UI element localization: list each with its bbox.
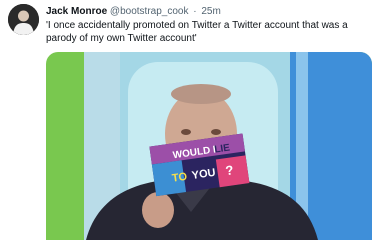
- card-text-lie: LIE: [214, 142, 231, 155]
- hand: [142, 192, 174, 228]
- separator: ·: [193, 6, 197, 17]
- avatar-image: [8, 4, 39, 35]
- tweet-media[interactable]: WOULD I LIE TO YOU ?: [46, 52, 372, 240]
- media-image: WOULD I LIE TO YOU ?: [46, 52, 372, 240]
- right-eye: [211, 129, 221, 135]
- timestamp[interactable]: 25m: [201, 6, 220, 17]
- tweet[interactable]: Jack Monroe @bootstrap_cook · 25m 'I onc…: [0, 0, 381, 240]
- tweet-header: Jack Monroe @bootstrap_cook · 25m: [46, 6, 221, 18]
- card-text-to: TO: [171, 171, 188, 185]
- left-eye: [181, 129, 191, 135]
- author-name[interactable]: Jack Monroe: [46, 6, 107, 17]
- tweet-text: 'I once accidentally promoted on Twitter…: [46, 20, 348, 44]
- author-handle[interactable]: @bootstrap_cook: [110, 6, 189, 17]
- bald-top: [171, 84, 231, 104]
- avatar[interactable]: [8, 4, 39, 35]
